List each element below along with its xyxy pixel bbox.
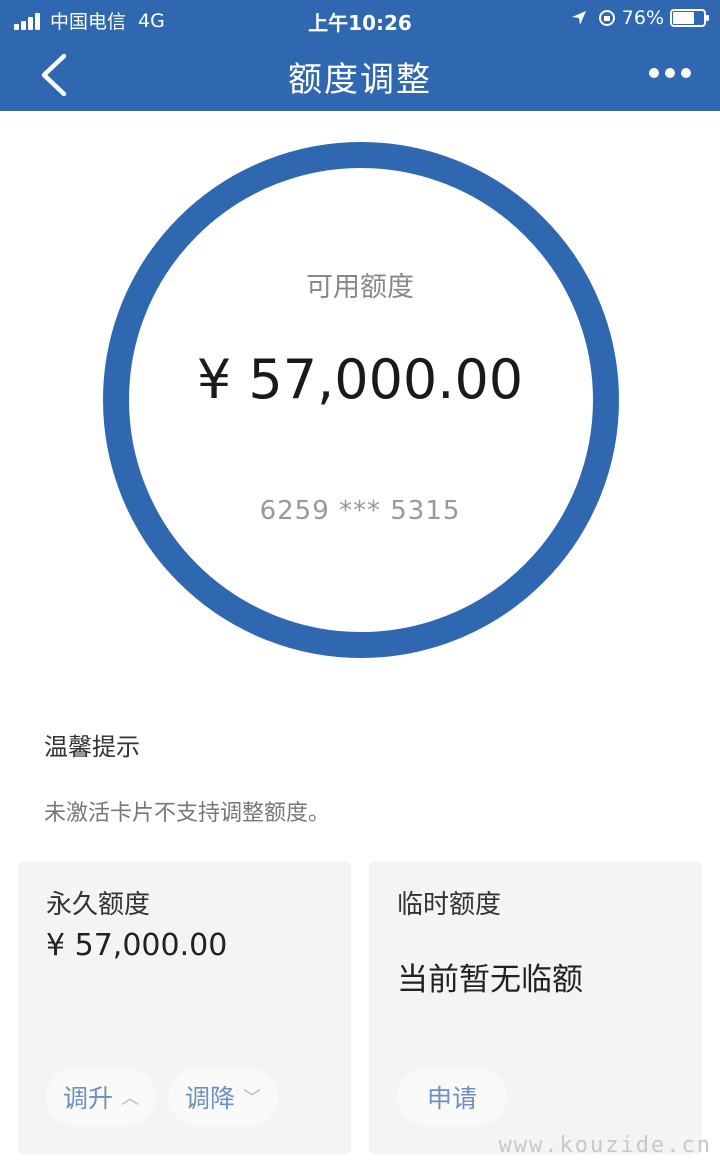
decrease-button[interactable]: 调降 ﹀ [168,1068,278,1126]
battery-icon [670,9,709,27]
apply-button[interactable]: 申请 [397,1068,507,1126]
status-bar: 中国电信 4G 上午10:26 76% [0,0,720,38]
more-button[interactable] [640,58,700,88]
temporary-credit-card: 临时额度 当前暂无临额 申请 [369,862,702,1154]
tip-title: 温馨提示 [44,733,140,761]
decrease-label: 调降 [184,1084,235,1113]
nav-bar: 额度调整 [0,38,720,111]
battery-percent: 76% [621,7,664,29]
chevron-up-icon: ︿ [121,1088,139,1109]
increase-button[interactable]: 调升 ︿ [46,1068,156,1126]
temporary-credit-title: 临时额度 [397,890,502,920]
location-icon [571,11,586,25]
increase-label: 调升 [62,1084,113,1113]
available-credit-amount: ¥ 57,000.00 [196,348,524,411]
chevron-down-icon: ﹀ [243,1088,261,1109]
watermark: www.kouzide.cn [498,1133,712,1158]
battery-fill [673,12,694,24]
more-icon [649,68,659,78]
card-number: 6259 *** 5315 [259,496,461,526]
status-right: 76% [570,7,709,29]
page-title: 额度调整 [288,60,432,100]
temporary-credit-message: 当前暂无临额 [397,962,583,998]
permanent-credit-amount: ¥ 57,000.00 [46,928,228,963]
tip-text: 未激活卡片不支持调整额度。 [44,801,331,826]
permanent-credit-card: 永久额度 ¥ 57,000.00 调升 ︿ 调降 ﹀ [18,862,351,1154]
apply-label: 申请 [426,1084,477,1113]
permanent-credit-title: 永久额度 [46,890,151,920]
available-credit-label: 可用额度 [306,272,414,303]
rotation-lock-icon [598,10,615,26]
